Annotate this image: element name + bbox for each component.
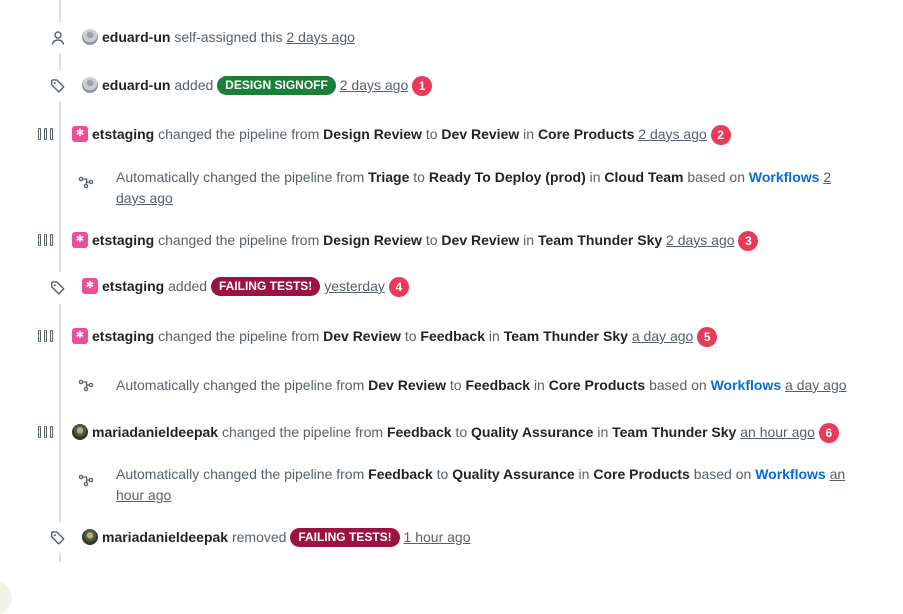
label-badge[interactable]: DESIGN SIGNOFF (217, 76, 336, 95)
event-action: removed (231, 529, 287, 545)
event-text: in (533, 377, 545, 393)
workflows-link[interactable]: Workflows (755, 466, 826, 482)
user-avatar[interactable] (82, 529, 98, 545)
user-avatar[interactable] (72, 232, 88, 248)
user-avatar[interactable] (72, 126, 88, 142)
tag-icon (42, 272, 74, 304)
user-avatar[interactable] (82, 278, 98, 294)
user-avatar[interactable] (72, 328, 88, 344)
workflows-link[interactable]: Workflows (749, 169, 820, 185)
event-text: in (589, 169, 601, 185)
event-text: based on (693, 466, 752, 482)
pipeline-icon (38, 234, 53, 246)
pipeline-icon (38, 330, 53, 342)
workflow-icon (70, 464, 102, 496)
tag-icon (42, 522, 74, 554)
timestamp-link[interactable]: yesterday (324, 278, 385, 294)
event-action: added (168, 278, 208, 294)
event-text: based on (687, 169, 745, 185)
event-text: Automatically changed the pipeline from (116, 169, 365, 185)
pipeline-from: Dev Review (368, 377, 446, 393)
event-text: in (523, 126, 535, 142)
event-text: in (523, 232, 535, 248)
event-text: in (578, 466, 590, 482)
workflow-icon (70, 369, 102, 401)
pipeline-from: Design Review (323, 126, 422, 142)
event-text: to (449, 377, 462, 393)
event-text: Automatically changed the pipeline from (116, 466, 365, 482)
workspace-name: Team Thunder Sky (612, 424, 737, 440)
event-text: in (597, 424, 609, 440)
event-text: changed the pipeline from (158, 328, 320, 344)
user-avatar[interactable] (82, 77, 98, 93)
workspace-name: Team Thunder Sky (503, 328, 628, 344)
event-text: to (425, 232, 438, 248)
workspace-name: Cloud Team (604, 169, 684, 185)
annotation-badge: 1 (412, 76, 433, 96)
event-text: to (404, 328, 417, 344)
pipeline-from: Triage (368, 169, 410, 185)
user-name[interactable]: etstaging (102, 278, 164, 294)
annotation-badge: 5 (697, 327, 718, 347)
event-text: Automatically changed the pipeline from (116, 377, 365, 393)
user-name[interactable]: etstaging (92, 232, 154, 248)
workflows-link[interactable]: Workflows (711, 377, 782, 393)
user-name[interactable]: eduard-un (102, 77, 170, 93)
user-name[interactable]: mariadanieldeepak (102, 529, 228, 545)
person-icon (42, 22, 74, 54)
workspace-name: Core Products (593, 466, 690, 482)
pipeline-to: Quality Assurance (452, 466, 575, 482)
pipeline-to: Quality Assurance (471, 424, 594, 440)
pipeline-from: Feedback (386, 424, 452, 440)
event-text: to (425, 126, 438, 142)
annotation-badge: 2 (710, 125, 731, 145)
pipeline-icon (38, 128, 53, 140)
pipeline-to: Dev Review (441, 232, 520, 248)
timestamp-link[interactable]: an hour ago (740, 424, 815, 440)
pipeline-to: Feedback (420, 328, 486, 344)
event-text: changed the pipeline from (221, 424, 384, 440)
user-name[interactable]: mariadanieldeepak (92, 424, 218, 440)
workspace-name: Team Thunder Sky (537, 232, 663, 248)
event-text: changed the pipeline from (158, 126, 320, 142)
pipeline-from: Design Review (323, 232, 422, 248)
event-text: based on (649, 377, 707, 393)
pipeline-from: Feedback (368, 466, 433, 482)
corner-decoration (0, 582, 12, 614)
timestamp-link[interactable]: 2 days ago (286, 29, 355, 45)
timestamp-link[interactable]: 2 days ago (666, 232, 735, 248)
timestamp-link[interactable]: a day ago (785, 377, 847, 393)
event-text: to (455, 424, 468, 440)
user-name[interactable]: etstaging (92, 126, 154, 142)
pipeline-to: Ready To Deploy (prod) (428, 169, 586, 185)
timestamp-link[interactable]: 1 hour ago (404, 529, 471, 545)
annotation-badge: 4 (388, 277, 409, 297)
workspace-name: Core Products (548, 377, 646, 393)
event-action: added (174, 77, 214, 93)
pipeline-to: Feedback (465, 377, 531, 393)
user-name[interactable]: etstaging (92, 328, 154, 344)
event-text: to (413, 169, 425, 185)
user-name[interactable]: eduard-un (102, 29, 170, 45)
event-text: to (436, 466, 449, 482)
label-badge[interactable]: FAILING TESTS! (210, 277, 321, 296)
annotation-badge: 6 (818, 423, 839, 443)
label-badge[interactable]: FAILING TESTS! (290, 528, 400, 547)
event-text: changed the pipeline from (158, 232, 320, 248)
workspace-name: Core Products (537, 126, 635, 142)
timestamp-link[interactable]: 2 days ago (638, 126, 707, 142)
user-avatar[interactable] (82, 29, 98, 45)
event-text: self-assigned this (174, 29, 283, 45)
timestamp-link[interactable]: 2 days ago (340, 77, 409, 93)
timestamp-link[interactable]: a day ago (632, 328, 694, 344)
pipeline-from: Dev Review (323, 328, 401, 344)
event-text: in (488, 328, 500, 344)
pipeline-to: Dev Review (441, 126, 520, 142)
pipeline-icon (38, 426, 53, 438)
annotation-badge: 3 (738, 231, 759, 251)
user-avatar[interactable] (72, 424, 88, 440)
workflow-icon (70, 166, 102, 198)
tag-icon (42, 70, 74, 102)
